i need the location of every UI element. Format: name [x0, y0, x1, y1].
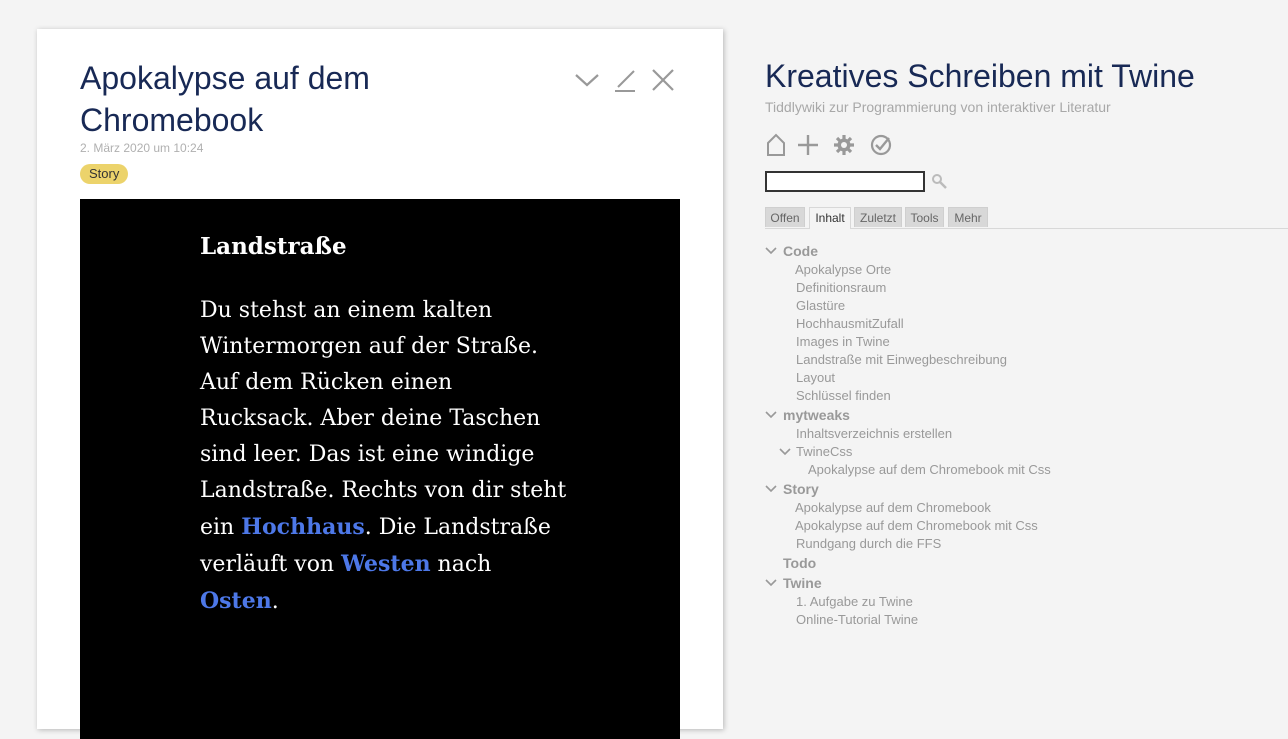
- toc-label: Todo: [783, 555, 817, 571]
- toc-group-twine[interactable]: Twine: [765, 574, 822, 592]
- tag-story[interactable]: Story: [80, 164, 129, 184]
- sidebar: Kreatives Schreiben mit Twine Tiddlywiki…: [765, 0, 1288, 723]
- passage-title: Landstraße: [200, 233, 347, 260]
- toc-item[interactable]: Rundgang durch die FFS: [765, 535, 941, 553]
- tab-inhalt[interactable]: Inhalt: [809, 207, 851, 229]
- toc-item[interactable]: Online-Tutorial Twine: [765, 611, 918, 629]
- gear-icon[interactable]: [832, 133, 858, 159]
- toc-item[interactable]: Schlüssel finden: [765, 387, 891, 405]
- toc-item[interactable]: Glastüre: [765, 297, 845, 315]
- toc-label: mytweaks: [783, 407, 850, 423]
- story-tiddler: Apokalypse auf dem Chromebook 2. März 20…: [37, 29, 723, 739]
- toc-item[interactable]: Apokalypse auf dem Chromebook mit Css: [765, 517, 1038, 535]
- chevron-down-icon: [765, 579, 777, 587]
- chevron-down-icon: [765, 247, 777, 255]
- toc-group-todo[interactable]: Todo: [765, 554, 816, 572]
- toc-label: Story: [783, 481, 819, 497]
- plus-icon[interactable]: [796, 133, 822, 159]
- close-icon[interactable]: [648, 65, 678, 95]
- toc-label: Twine: [783, 575, 822, 591]
- search-icon[interactable]: [931, 173, 947, 189]
- passage-text-3: nach: [430, 552, 492, 577]
- chevron-down-icon: [765, 485, 777, 493]
- toc-item[interactable]: HochhausmitZufall: [765, 315, 904, 333]
- tab-mehr[interactable]: Mehr: [948, 207, 988, 227]
- toc-item[interactable]: Landstraße mit Einwegbeschreibung: [765, 351, 1007, 369]
- site-title: Kreatives Schreiben mit Twine: [765, 58, 1195, 94]
- toc-item[interactable]: Apokalypse auf dem Chromebook mit Css: [765, 461, 1051, 479]
- toc-item[interactable]: Definitionsraum: [765, 279, 886, 297]
- link-hochhaus[interactable]: Hochhaus: [241, 514, 364, 540]
- tiddler-date: 2. März 2020 um 10:24: [80, 141, 204, 155]
- chevron-down-icon[interactable]: [572, 65, 602, 95]
- toc-item[interactable]: Inhaltsverzeichnis erstellen: [765, 425, 952, 443]
- sidebar-tabs: Offen Inhalt Zuletzt Tools Mehr: [765, 207, 1288, 229]
- toc-item[interactable]: 1. Aufgabe zu Twine: [765, 593, 913, 611]
- toc-group-mytweaks[interactable]: mytweaks: [765, 406, 850, 424]
- tab-tools[interactable]: Tools: [905, 207, 944, 227]
- home-icon[interactable]: [765, 133, 791, 159]
- toc-label: TwineCss: [796, 444, 853, 459]
- checkmark-circle-icon[interactable]: [869, 133, 895, 159]
- tab-offen[interactable]: Offen: [765, 207, 805, 227]
- toc-item[interactable]: Layout: [765, 369, 835, 387]
- site-subtitle: Tiddlywiki zur Programmierung von intera…: [765, 99, 1111, 115]
- passage-text-4: .: [271, 589, 279, 614]
- link-osten[interactable]: Osten: [200, 588, 272, 614]
- toc-item[interactable]: Apokalypse Orte: [765, 261, 891, 279]
- toc-label: Code: [783, 243, 818, 259]
- toc-group-story[interactable]: Story: [765, 480, 819, 498]
- edit-pencil-icon[interactable]: [610, 65, 640, 95]
- link-westen[interactable]: Westen: [341, 551, 430, 577]
- passage-text: Du stehst an einem kalten Wintermorgen a…: [200, 293, 570, 620]
- chevron-down-icon: [765, 411, 777, 419]
- tab-zuletzt[interactable]: Zuletzt: [854, 207, 902, 227]
- search-input[interactable]: [765, 171, 925, 192]
- toc-item[interactable]: Apokalypse auf dem Chromebook: [765, 499, 991, 517]
- toc-group-code[interactable]: Code: [765, 242, 818, 260]
- story-passage-frame: Landstraße Du stehst an einem kalten Win…: [80, 199, 680, 739]
- toc-subgroup-twinecss[interactable]: TwineCss: [779, 443, 852, 461]
- chevron-down-icon: [779, 448, 791, 456]
- passage: Landstraße Du stehst an einem kalten Win…: [200, 227, 570, 620]
- tiddler-title[interactable]: Apokalypse auf dem Chromebook: [80, 57, 550, 141]
- toc-item[interactable]: Images in Twine: [765, 333, 890, 351]
- passage-text-1: Du stehst an einem kalten Wintermorgen a…: [200, 298, 567, 540]
